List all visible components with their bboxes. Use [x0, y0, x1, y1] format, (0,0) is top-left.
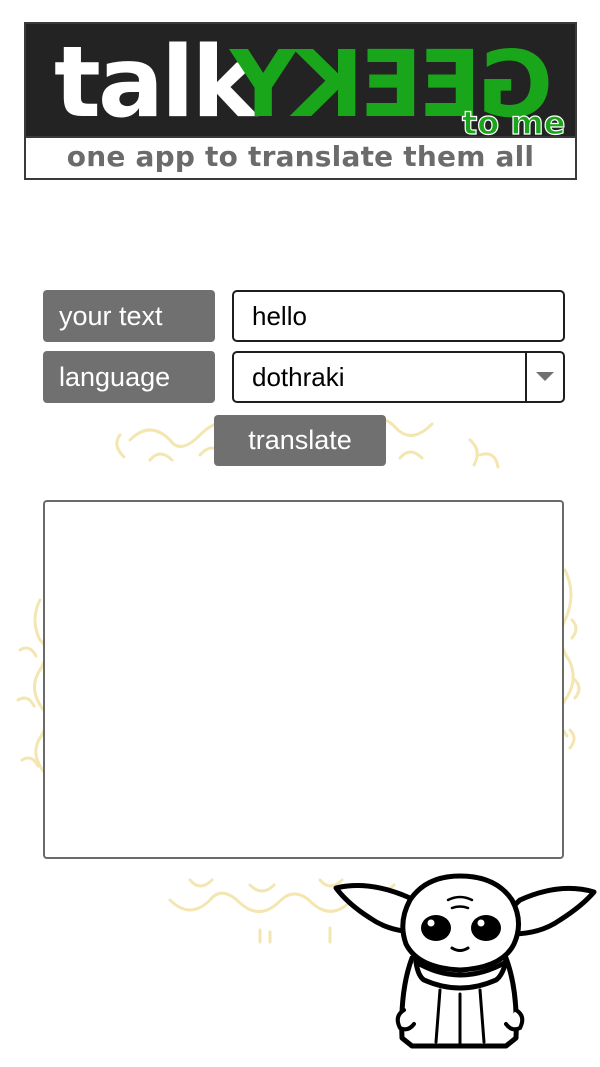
- dropdown-arrow-icon: [536, 372, 554, 381]
- dropdown-arrow[interactable]: [525, 353, 563, 401]
- language-select[interactable]: dothraki: [232, 351, 565, 403]
- logo-tagline: one app to translate them all: [26, 136, 575, 178]
- language-label: language: [43, 351, 215, 403]
- logo-wordmark: talk GEEKY to me: [54, 26, 566, 138]
- baby-yoda-mascot: [333, 873, 597, 1049]
- logo-banner: talk GEEKY to me: [26, 24, 575, 138]
- language-selected-value: dothraki: [252, 362, 345, 392]
- app-logo: talk GEEKY to me one app to translate th…: [24, 22, 577, 180]
- logo-word-tome: to me: [462, 104, 565, 138]
- translate-button[interactable]: translate: [214, 415, 386, 466]
- your-text-label: your text: [43, 290, 215, 342]
- translation-output-area[interactable]: [43, 500, 564, 859]
- your-text-input[interactable]: hello: [232, 290, 565, 342]
- logo-word-talk: talk: [54, 26, 260, 138]
